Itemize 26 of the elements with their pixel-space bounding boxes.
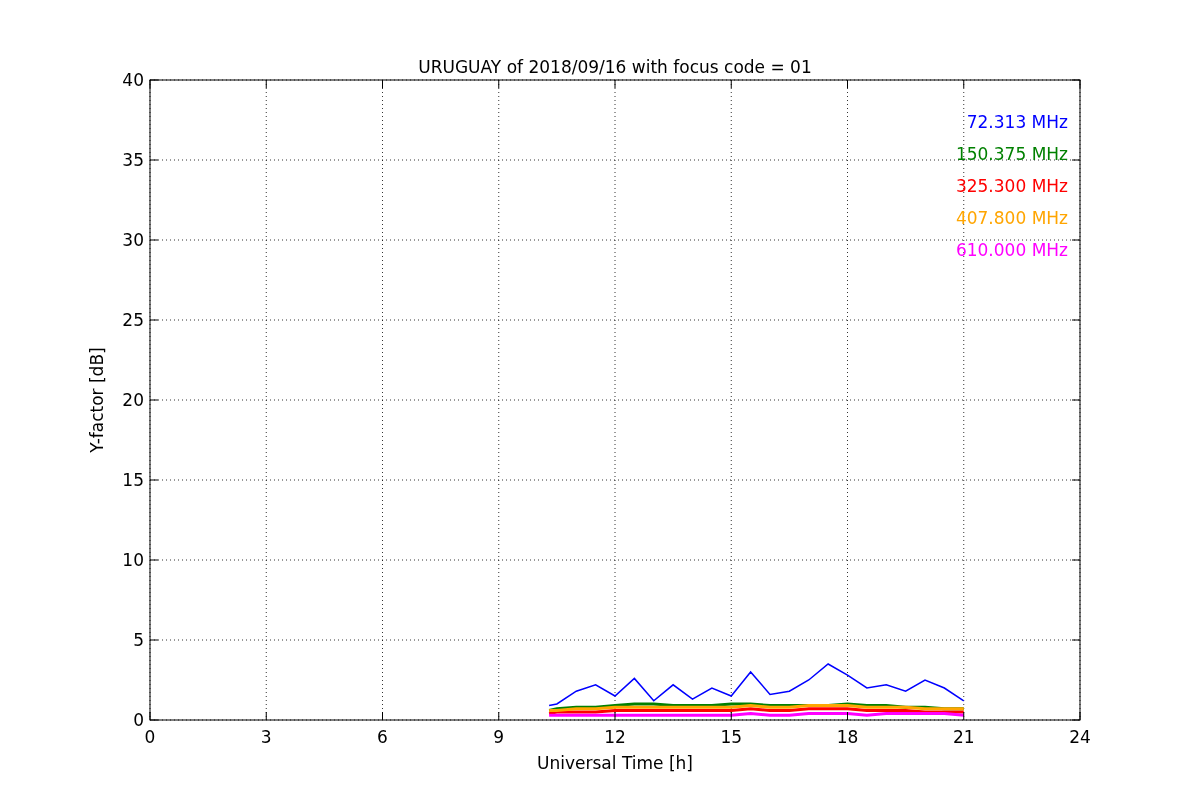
axis-label: Y-factor [dB] [87,347,107,453]
tick-label: 10 [122,550,144,570]
legend-label: 610.000 MHz [955,240,1068,260]
legend-label: 407.800 MHz [955,208,1068,228]
tick-label: 20 [122,390,144,410]
tick-label: 6 [377,727,388,747]
tick-label: 40 [122,70,144,90]
tick-label: 0 [133,710,144,730]
legend-label: 325.300 MHz [955,176,1068,196]
tick-label: 30 [122,230,144,250]
tick-label: 35 [122,150,144,170]
axis-label: Universal Time [h] [537,753,693,773]
tick-label: 24 [1069,727,1091,747]
legend-label: 72.313 MHz [966,112,1068,132]
tick-label: 18 [836,727,859,747]
tick-label: 21 [952,727,975,747]
chart-title: URUGUAY of 2018/09/16 with focus code = 01 [418,57,812,77]
tick-label: 12 [604,727,626,747]
tick-label: 3 [260,727,272,747]
tick-label: 9 [493,727,505,747]
tick-label: 25 [122,310,144,330]
tick-label: 5 [133,630,144,650]
legend-label: 150.375 MHz [955,144,1068,164]
tick-label: 15 [122,470,144,490]
tick-label: 0 [144,727,156,747]
tick-label: 15 [720,727,743,747]
